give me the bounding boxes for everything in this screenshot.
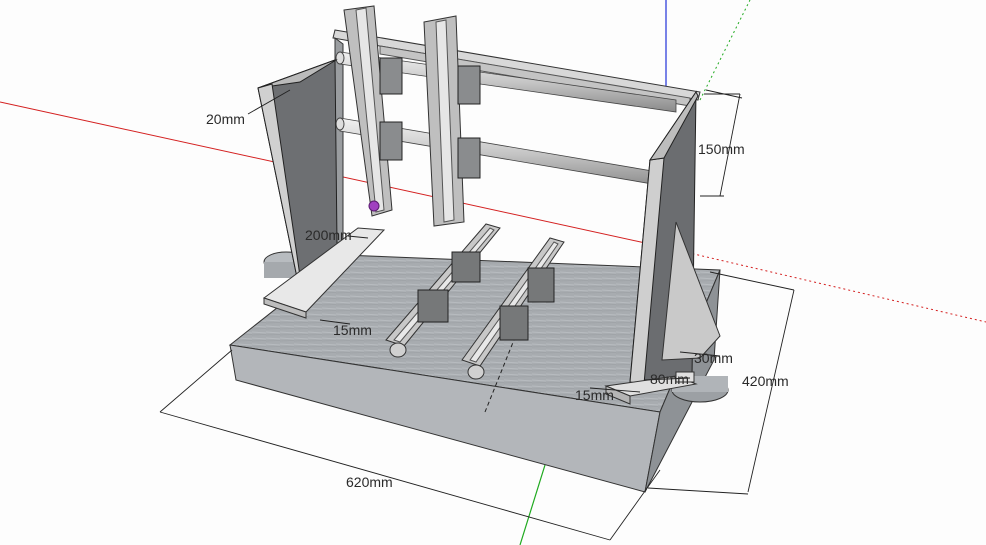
dimension-label-80mm: 80mm: [650, 371, 689, 387]
green-axis: [519, 464, 546, 545]
3d-viewport[interactable]: 20mm 150mm 200mm 15mm 30mm 80mm 420mm 15…: [0, 0, 986, 545]
dimension-label-420mm: 420mm: [742, 373, 789, 389]
green-axis-dotted: [699, 0, 751, 101]
inference-point: [368, 200, 380, 212]
dimension-label-150mm: 150mm: [698, 141, 745, 157]
vertical-rails: [343, 5, 465, 227]
dimension-label-620mm: 620mm: [346, 474, 393, 490]
model-scene[interactable]: [0, 0, 986, 545]
dimension-label-30mm: 30mm: [694, 350, 733, 366]
dimension-label-20mm: 20mm: [206, 111, 245, 127]
dimension-label-15mm-b: 15mm: [575, 387, 614, 403]
dimension-label-200mm: 200mm: [305, 227, 352, 243]
dimension-label-15mm: 15mm: [333, 322, 372, 338]
